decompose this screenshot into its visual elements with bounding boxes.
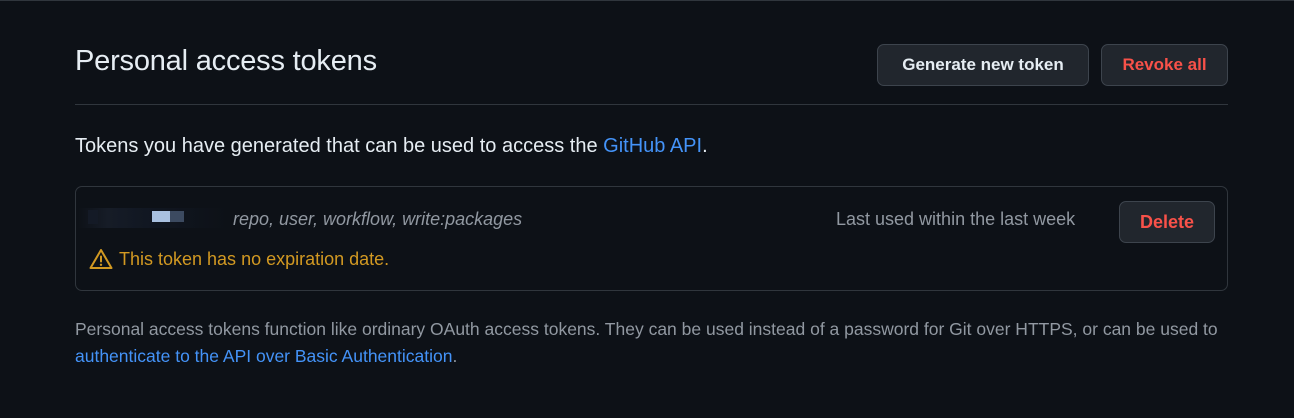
intro-text-after: . — [702, 135, 708, 157]
footer-text-before: Personal access tokens function like ord… — [75, 319, 1218, 339]
tokens-page: Personal access tokens Generate new toke… — [0, 0, 1294, 418]
revoke-all-button[interactable]: Revoke all — [1101, 44, 1228, 86]
basic-auth-link[interactable]: authenticate to the API over Basic Authe… — [75, 346, 452, 366]
generate-new-token-button[interactable]: Generate new token — [877, 44, 1089, 86]
token-list-item: repo, user, workflow, write:packages Las… — [75, 186, 1228, 291]
page-title: Personal access tokens — [75, 45, 377, 77]
intro-text-before: Tokens you have generated that can be us… — [75, 135, 604, 157]
alert-icon — [89, 249, 113, 269]
github-api-link[interactable]: GitHub API — [603, 135, 702, 157]
redaction-block — [152, 211, 170, 222]
footer-help-text: Personal access tokens function like ord… — [75, 316, 1235, 370]
token-last-used: Last used within the last week — [836, 209, 1076, 229]
intro-text: Tokens you have generated that can be us… — [75, 133, 708, 159]
token-name-redacted — [78, 208, 226, 228]
expiration-warning-text: This token has no expiration date. — [119, 249, 390, 269]
token-scopes: repo, user, workflow, write:packages — [233, 209, 523, 229]
expiration-warning: This token has no expiration date. — [89, 247, 389, 271]
footer-text-after: . — [452, 346, 458, 366]
delete-token-button[interactable]: Delete — [1119, 201, 1215, 243]
page-header: Personal access tokens Generate new toke… — [75, 43, 1228, 105]
redaction-block — [170, 211, 184, 222]
redaction-block — [88, 210, 98, 224]
